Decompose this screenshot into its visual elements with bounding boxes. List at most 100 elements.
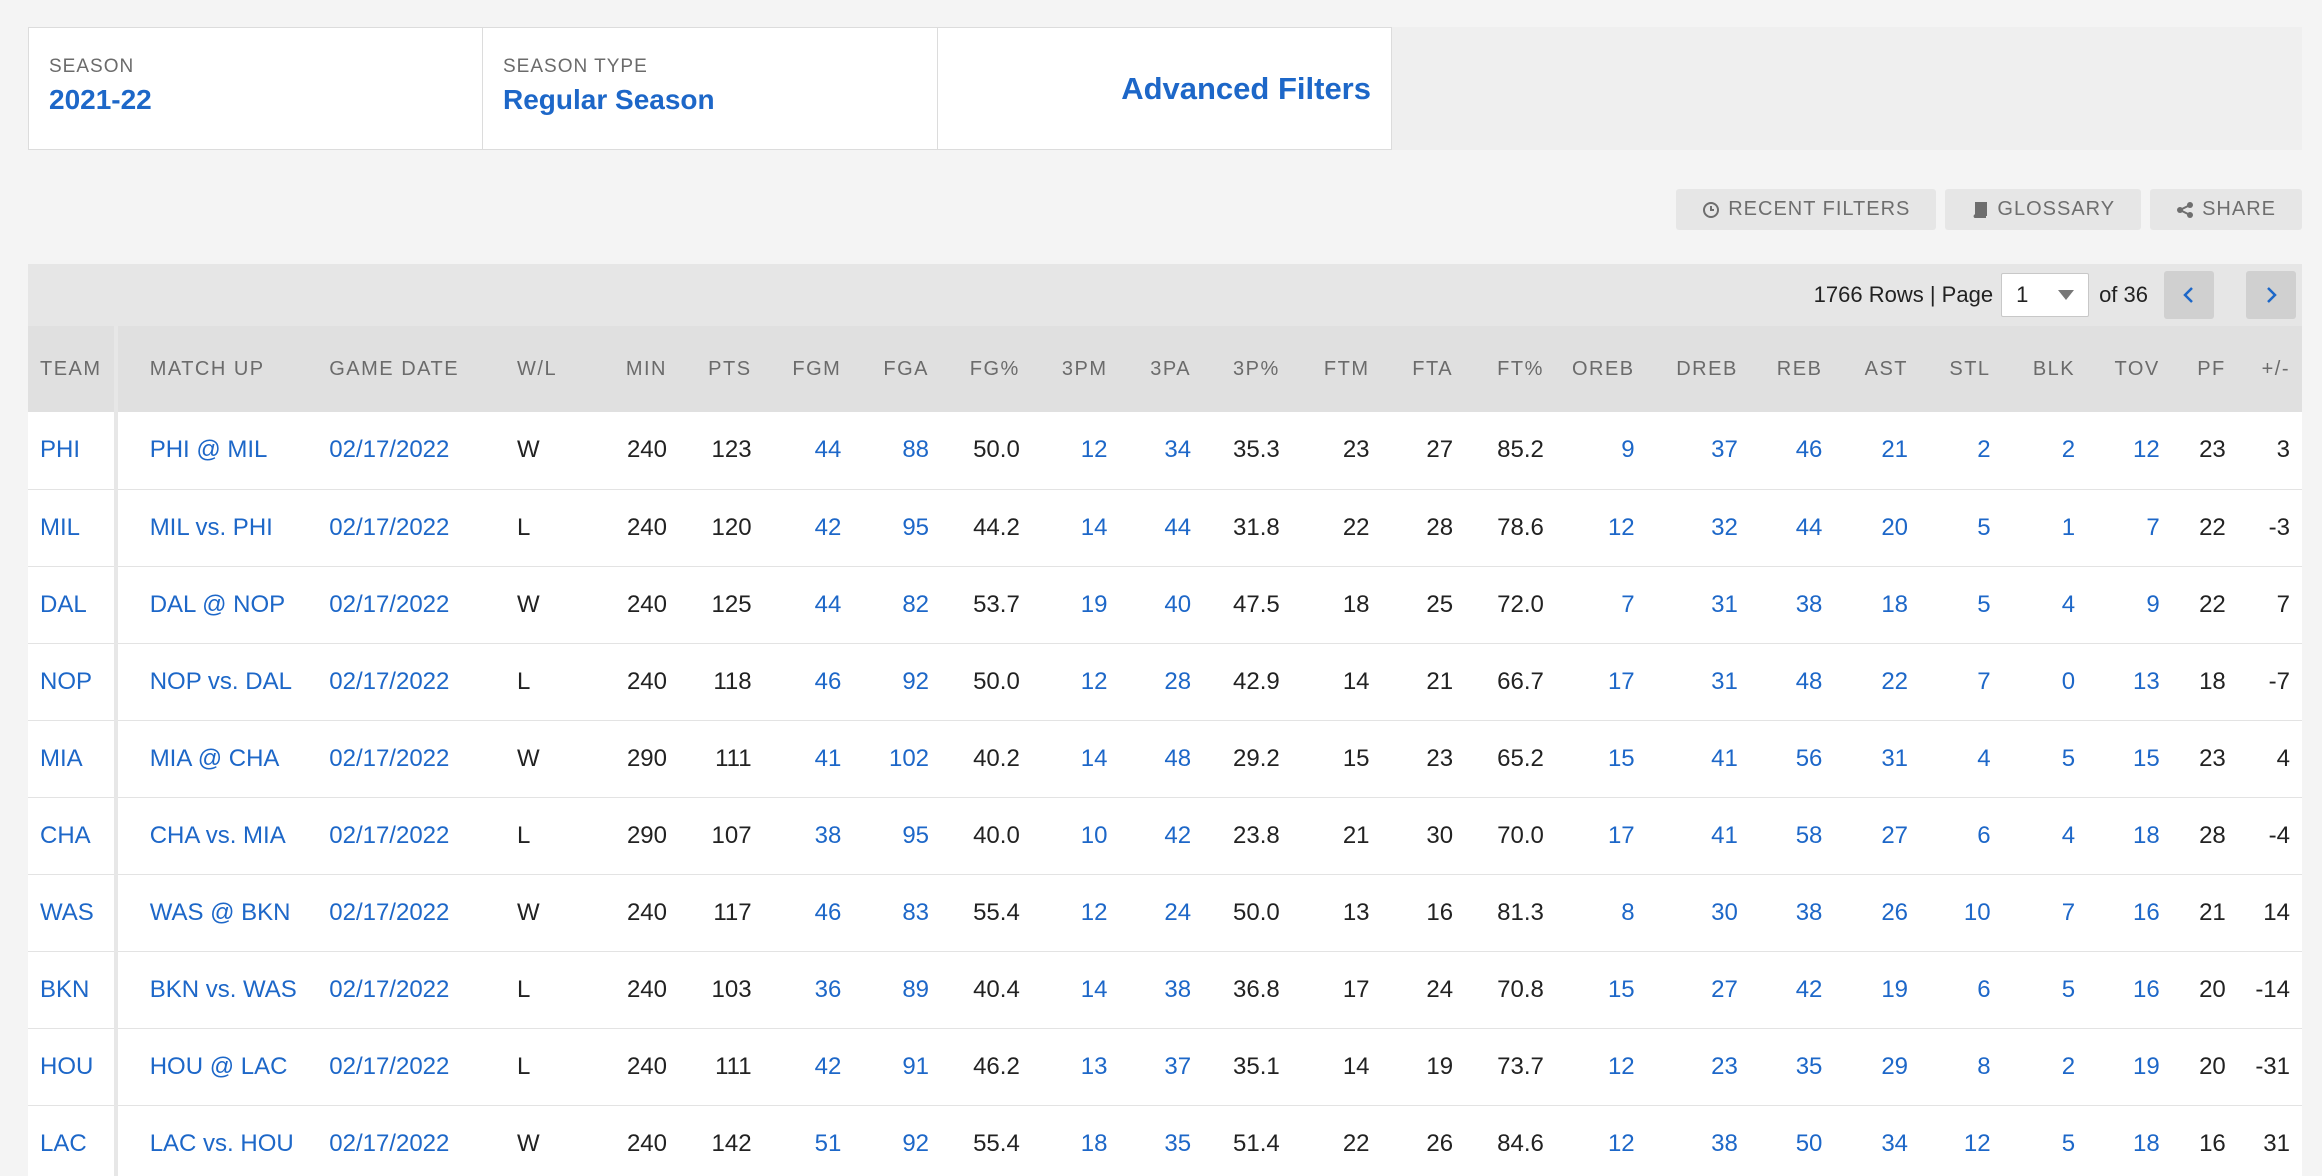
cell-stl[interactable]: 12 [1920,1105,2003,1176]
column-header-3p-pct[interactable]: 3P% [1203,326,1292,412]
cell-game-date[interactable]: 02/17/2022 [329,412,517,489]
cell-dreb[interactable]: 27 [1647,951,1750,1028]
column-header-pts[interactable]: PTS [679,326,764,412]
column-header-ast[interactable]: AST [1834,326,1920,412]
season-value[interactable]: 2021-22 [49,84,462,116]
column-header-fga[interactable]: FGA [853,326,941,412]
cell-stl[interactable]: 7 [1920,643,2003,720]
cell-tov[interactable]: 16 [2087,951,2172,1028]
column-header-blk[interactable]: BLK [2003,326,2088,412]
cell-match-up[interactable]: PHI @ MIL [116,412,330,489]
cell-fga[interactable]: 91 [853,1028,941,1105]
cell-fgm[interactable]: 42 [764,489,854,566]
cell-3pa[interactable]: 24 [1119,874,1203,951]
cell-reb[interactable]: 38 [1750,874,1835,951]
cell-fga[interactable]: 92 [853,643,941,720]
cell-tov[interactable]: 16 [2087,874,2172,951]
cell-reb[interactable]: 38 [1750,566,1835,643]
cell-team[interactable]: LAC [28,1105,118,1176]
cell-fgm[interactable]: 42 [764,1028,854,1105]
cell-fga[interactable]: 92 [853,1105,941,1176]
column-header-wl[interactable]: W/L [517,326,600,412]
season-filter[interactable]: SEASON 2021-22 [28,27,483,150]
cell-fgm[interactable]: 51 [764,1105,854,1176]
cell-match-up[interactable]: MIA @ CHA [116,720,330,797]
cell-dreb[interactable]: 23 [1647,1028,1750,1105]
cell-ast[interactable]: 19 [1834,951,1920,1028]
column-header-team[interactable]: TEAM [28,326,118,412]
column-header-tov[interactable]: TOV [2087,326,2172,412]
cell-game-date[interactable]: 02/17/2022 [329,1028,517,1105]
cell-ast[interactable]: 18 [1834,566,1920,643]
cell-fgm[interactable]: 36 [764,951,854,1028]
cell-fgm[interactable]: 38 [764,797,854,874]
cell-fga[interactable]: 83 [853,874,941,951]
season-type-value[interactable]: Regular Season [503,84,917,116]
page-select[interactable]: 1 [2001,273,2090,317]
cell-tov[interactable]: 15 [2087,720,2172,797]
column-header-oreb[interactable]: OREB [1556,326,1647,412]
cell-tov[interactable]: 12 [2087,412,2172,489]
cell-ast[interactable]: 27 [1834,797,1920,874]
cell-reb[interactable]: 35 [1750,1028,1835,1105]
cell-tov[interactable]: 7 [2087,489,2172,566]
cell-fga[interactable]: 89 [853,951,941,1028]
cell-3pm[interactable]: 13 [1032,1028,1120,1105]
cell-oreb[interactable]: 17 [1556,643,1647,720]
cell-reb[interactable]: 56 [1750,720,1835,797]
cell-game-date[interactable]: 02/17/2022 [329,566,517,643]
cell-game-date[interactable]: 02/17/2022 [329,797,517,874]
cell-team[interactable]: PHI [28,412,118,489]
cell-game-date[interactable]: 02/17/2022 [329,874,517,951]
cell-stl[interactable]: 4 [1920,720,2003,797]
cell-oreb[interactable]: 9 [1556,412,1647,489]
column-header-plus-minus[interactable]: +/- [2238,326,2302,412]
cell-3pm[interactable]: 14 [1032,720,1120,797]
cell-dreb[interactable]: 41 [1647,720,1750,797]
recent-filters-button[interactable]: RECENT FILTERS [1676,189,1937,230]
cell-3pa[interactable]: 38 [1119,951,1203,1028]
cell-tov[interactable]: 19 [2087,1028,2172,1105]
cell-fga[interactable]: 95 [853,489,941,566]
cell-reb[interactable]: 50 [1750,1105,1835,1176]
cell-team[interactable]: MIL [28,489,118,566]
column-header-3pm[interactable]: 3PM [1032,326,1120,412]
cell-ast[interactable]: 26 [1834,874,1920,951]
cell-3pm[interactable]: 18 [1032,1105,1120,1176]
cell-stl[interactable]: 10 [1920,874,2003,951]
cell-blk[interactable]: 5 [2003,951,2088,1028]
cell-stl[interactable]: 5 [1920,566,2003,643]
column-header-ftm[interactable]: FTM [1292,326,1382,412]
cell-3pm[interactable]: 10 [1032,797,1120,874]
column-header-dreb[interactable]: DREB [1647,326,1750,412]
cell-fgm[interactable]: 44 [764,412,854,489]
cell-dreb[interactable]: 32 [1647,489,1750,566]
cell-3pa[interactable]: 37 [1119,1028,1203,1105]
column-header-min[interactable]: MIN [600,326,679,412]
cell-match-up[interactable]: NOP vs. DAL [116,643,330,720]
cell-3pa[interactable]: 34 [1119,412,1203,489]
cell-team[interactable]: DAL [28,566,118,643]
cell-oreb[interactable]: 15 [1556,951,1647,1028]
cell-fga[interactable]: 88 [853,412,941,489]
cell-3pm[interactable]: 12 [1032,412,1120,489]
column-header-match-up[interactable]: MATCH UP [116,326,330,412]
season-type-filter[interactable]: SEASON TYPE Regular Season [483,27,938,150]
cell-team[interactable]: HOU [28,1028,118,1105]
cell-oreb[interactable]: 15 [1556,720,1647,797]
cell-blk[interactable]: 0 [2003,643,2088,720]
cell-game-date[interactable]: 02/17/2022 [329,1105,517,1176]
cell-oreb[interactable]: 12 [1556,1028,1647,1105]
cell-stl[interactable]: 2 [1920,412,2003,489]
cell-fga[interactable]: 82 [853,566,941,643]
column-header-game-date[interactable]: GAME DATE [329,326,517,412]
prev-page-button[interactable] [2164,271,2214,319]
share-button[interactable]: SHARE [2150,189,2302,230]
cell-match-up[interactable]: HOU @ LAC [116,1028,330,1105]
cell-ast[interactable]: 22 [1834,643,1920,720]
cell-fgm[interactable]: 46 [764,643,854,720]
cell-team[interactable]: CHA [28,797,118,874]
cell-ast[interactable]: 29 [1834,1028,1920,1105]
cell-dreb[interactable]: 37 [1647,412,1750,489]
cell-reb[interactable]: 58 [1750,797,1835,874]
